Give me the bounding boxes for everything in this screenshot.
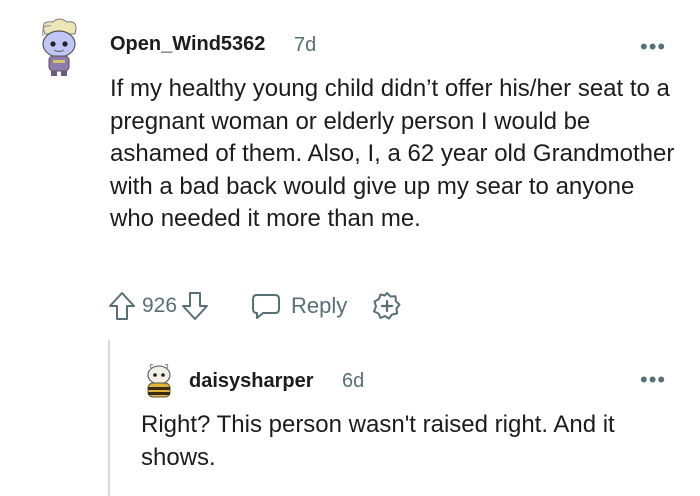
vote-count: 926 — [142, 294, 178, 317]
snoo-avatar-blue-icon[interactable] — [33, 14, 85, 78]
reply-timestamp: 6d — [342, 370, 365, 392]
speech-bubble-icon — [252, 294, 281, 319]
reply-button[interactable]: Reply — [251, 292, 347, 320]
award-plus-icon[interactable] — [371, 290, 403, 322]
reply-body: Right? This person wasn't raised right. … — [141, 411, 615, 471]
comment-timestamp: 7d — [294, 34, 317, 56]
comment-body: If my healthy young child didn’t offer h… — [110, 75, 675, 232]
snoo-avatar-bee-icon[interactable] — [142, 362, 176, 400]
reply-label: Reply — [291, 293, 348, 318]
reply-username[interactable]: daisysharper — [189, 370, 314, 393]
comment-action-bar: 926 Reply — [108, 289, 403, 323]
upvote-arrow-icon[interactable] — [108, 291, 136, 321]
reply-more-options-icon[interactable]: ••• — [640, 367, 666, 393]
downvote-arrow-icon[interactable] — [181, 291, 209, 321]
comment-username[interactable]: Open_Wind5362 — [110, 33, 265, 56]
thread-line[interactable] — [108, 340, 110, 496]
comment-more-options-icon[interactable]: ••• — [640, 34, 666, 60]
